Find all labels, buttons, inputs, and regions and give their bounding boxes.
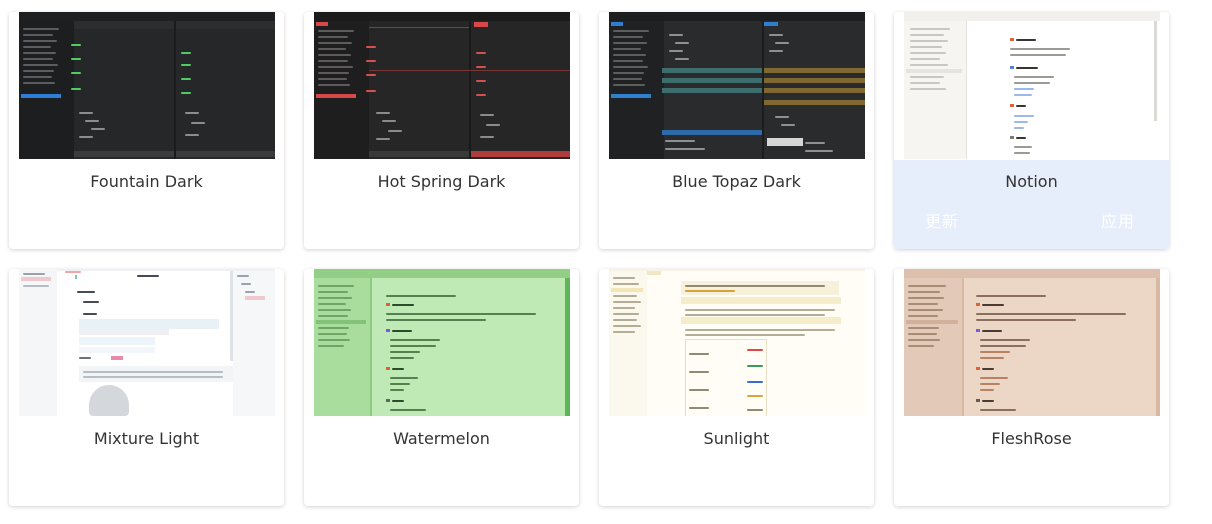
theme-card-notion[interactable]: Notion 更新 应用	[894, 12, 1169, 249]
theme-card-watermelon[interactable]: Watermelon	[304, 269, 579, 506]
theme-name: Blue Topaz Dark	[672, 172, 801, 191]
theme-card-mixture-light[interactable]: Mixture Light	[9, 269, 284, 506]
preview-hot-spring-dark	[313, 12, 570, 159]
preview-sunlight	[608, 269, 865, 416]
preview-blue-topaz-dark	[608, 12, 865, 159]
apply-button[interactable]: 应用	[1101, 208, 1135, 232]
theme-card-hot-spring-dark[interactable]: Hot Spring Dark	[304, 12, 579, 249]
theme-name: FleshRose	[991, 429, 1072, 448]
preview-notion	[903, 12, 1160, 159]
theme-name: Watermelon	[393, 429, 490, 448]
theme-card-fountain-dark[interactable]: Fountain Dark	[9, 12, 284, 249]
theme-preview	[9, 269, 284, 417]
theme-name: Mixture Light	[93, 429, 200, 448]
theme-name: Fountain Dark	[90, 172, 203, 191]
theme-card-fleshrose[interactable]: FleshRose	[894, 269, 1169, 506]
theme-preview	[304, 12, 579, 160]
theme-preview	[599, 269, 874, 417]
preview-watermelon	[313, 269, 570, 416]
update-button[interactable]: 更新	[925, 208, 959, 232]
theme-preview	[304, 269, 579, 417]
theme-preview	[894, 269, 1169, 417]
theme-preview	[894, 12, 1169, 160]
theme-card-sunlight[interactable]: Sunlight	[599, 269, 874, 506]
preview-fountain-dark	[18, 12, 275, 159]
preview-fleshrose	[903, 269, 1160, 416]
theme-preview	[9, 12, 284, 160]
hover-actions-panel: Notion 更新 应用	[894, 160, 1169, 249]
theme-name: Hot Spring Dark	[377, 172, 506, 191]
theme-card-blue-topaz-dark[interactable]: Blue Topaz Dark	[599, 12, 874, 249]
theme-name: Notion	[1005, 172, 1058, 191]
theme-preview	[599, 12, 874, 160]
preview-mixture-light	[18, 269, 275, 416]
theme-name: Sunlight	[703, 429, 770, 448]
